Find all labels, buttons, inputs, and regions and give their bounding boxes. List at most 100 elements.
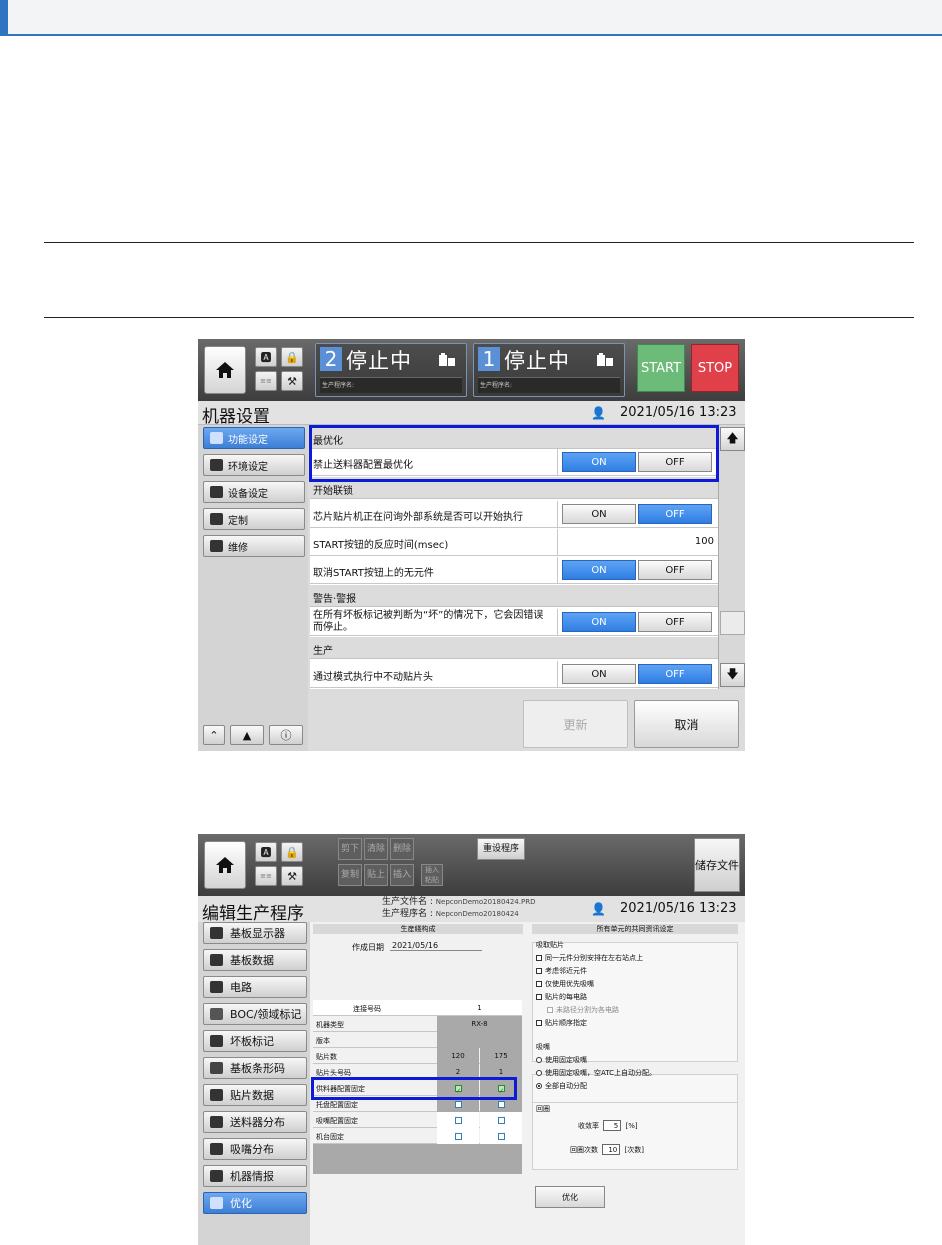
stop-button[interactable]: STOP bbox=[691, 344, 739, 392]
common-settings-header: 所有单元的共同资讯设定 bbox=[532, 924, 738, 934]
monitor-icon bbox=[210, 459, 223, 471]
pickup-opt4-sub[interactable]: 未路径分割为各电路 bbox=[547, 1005, 619, 1015]
sidebar-item-board-display[interactable]: 基板显示器 bbox=[203, 922, 307, 944]
insert-button[interactable]: 插入 bbox=[390, 864, 414, 886]
sidebar-item-label: 功能设定 bbox=[228, 434, 268, 446]
cell bbox=[437, 1032, 522, 1048]
toggle-off[interactable]: OFF bbox=[638, 612, 712, 632]
row-cancel-start-nocomp: 取消START按钮上的无元件 ON OFF bbox=[310, 557, 718, 584]
sidebar-item-maintenance[interactable]: 维修 bbox=[203, 535, 305, 557]
pickup-title: 吸取贴片 bbox=[536, 941, 564, 949]
toggle-on[interactable]: ON bbox=[562, 664, 636, 684]
config-icon[interactable]: ≡≡ bbox=[255, 866, 277, 886]
row-value[interactable]: 100 bbox=[695, 536, 714, 547]
table-row: 贴片数 120 175 bbox=[313, 1048, 522, 1064]
scrollbar[interactable]: 🡅 🡇 bbox=[718, 425, 745, 689]
cell: 版本 bbox=[316, 1037, 330, 1045]
cancel-button[interactable]: 取消 bbox=[634, 700, 739, 748]
row-label: 取消START按钮上的无元件 bbox=[313, 568, 434, 579]
update-button[interactable]: 更新 bbox=[523, 700, 628, 748]
tool-icon[interactable]: ⚒ bbox=[281, 371, 303, 391]
insert-paste-button[interactable]: 插入粘贴 bbox=[421, 864, 443, 886]
toggle-on[interactable]: ON bbox=[562, 560, 636, 580]
toggle-off[interactable]: OFF bbox=[638, 560, 712, 580]
nozzle-opt2[interactable]: 使用固定吸嘴，空ATC上自动分配。 bbox=[536, 1068, 656, 1078]
scroll-thumb[interactable] bbox=[720, 611, 745, 635]
pickup-opt2[interactable]: 考虑邻近元件 bbox=[536, 966, 587, 976]
sidebar-item-machine-info[interactable]: 机器情报 bbox=[203, 1165, 307, 1187]
cut-button[interactable]: 剪下 bbox=[338, 838, 362, 860]
a-icon[interactable]: 🅰 bbox=[255, 842, 277, 862]
arrow-down-icon[interactable]: 🡇 bbox=[720, 663, 745, 687]
barcode-icon bbox=[210, 1062, 223, 1074]
info-icon[interactable]: ⓘ bbox=[269, 725, 303, 745]
sidebar-item-bad-mark[interactable]: 坏板标记 bbox=[203, 1030, 307, 1052]
optimize-button[interactable]: 优化 bbox=[535, 1186, 605, 1208]
sidebar-item-boc-mark[interactable]: BOC/领域标记 bbox=[203, 1003, 307, 1025]
a-icon[interactable]: 🅰 bbox=[255, 347, 277, 367]
toggle-off[interactable]: OFF bbox=[638, 504, 712, 524]
start-button[interactable]: START bbox=[637, 344, 685, 392]
checkbox[interactable] bbox=[454, 1116, 462, 1124]
arrow-up-icon[interactable]: 🡅 bbox=[720, 427, 745, 451]
nozzle-opt3[interactable]: 全部自动分配 bbox=[536, 1081, 587, 1091]
sidebar-item-optimize[interactable]: 优化 bbox=[203, 1192, 307, 1214]
sidebar-item-environment[interactable]: 环境设定 bbox=[203, 454, 305, 476]
rate-input[interactable]: 5 bbox=[603, 1120, 622, 1131]
row-label: 在所有坏板标记被判断为“坏”的情况下，它会因错误而停止。 bbox=[313, 610, 544, 633]
sidebar-item-label: 坏板标记 bbox=[230, 1035, 274, 1048]
pickup-opt3[interactable]: 仅使用优先吸嘴 bbox=[536, 979, 594, 989]
checkbox[interactable] bbox=[454, 1132, 462, 1140]
sidebar-item-circuit[interactable]: 电路 bbox=[203, 976, 307, 998]
delete-button[interactable]: 删除 bbox=[390, 838, 414, 860]
title-bar: 编辑生产程序 生产文件名 : NepconDemo20180424.PRD 生产… bbox=[198, 896, 745, 924]
lock-icon[interactable]: 🔒 bbox=[281, 842, 303, 862]
divider-bottom bbox=[44, 317, 914, 318]
count-input[interactable]: 10 bbox=[602, 1144, 621, 1155]
page-title: 编辑生产程序 bbox=[202, 904, 304, 924]
sidebar-item-device[interactable]: 设备设定 bbox=[203, 481, 305, 503]
toggle-on[interactable]: ON bbox=[562, 504, 636, 524]
pickup-opt4[interactable]: 贴片的每电路 bbox=[536, 992, 587, 1002]
toggle-off[interactable]: OFF bbox=[638, 664, 712, 684]
sidebar-item-custom[interactable]: 定制 bbox=[203, 508, 305, 530]
sidebar: 基板显示器 基板数据 电路 BOC/领域标记 坏板标记 基板条形码 贴片数据 送… bbox=[198, 922, 310, 1245]
home-button[interactable] bbox=[204, 841, 246, 889]
collapse-up-icon[interactable]: ⌃ bbox=[203, 725, 225, 745]
lock-icon[interactable]: 🔒 bbox=[281, 347, 303, 367]
datetime: 2021/05/16 13:23 bbox=[620, 901, 737, 916]
machine-icon bbox=[210, 486, 223, 498]
sidebar-item-function[interactable]: 功能设定 bbox=[203, 427, 305, 449]
checkbox[interactable] bbox=[454, 1100, 462, 1108]
copy-button[interactable]: 复制 bbox=[338, 864, 362, 886]
top-toolbar: 🅰 🔒 ≡≡ ⚒ 2 停止中 生产程序名: 1 停止中 生产程序名: START… bbox=[198, 339, 745, 401]
save-file-button[interactable]: 储存文件 bbox=[694, 838, 740, 892]
home-button[interactable] bbox=[204, 346, 246, 394]
sidebar-item-nozzle-dist[interactable]: 吸嘴分布 bbox=[203, 1138, 307, 1160]
sidebar-item-chip-data[interactable]: 贴片数据 bbox=[203, 1084, 307, 1106]
checkbox[interactable] bbox=[497, 1132, 505, 1140]
sidebar-item-barcode[interactable]: 基板条形码 bbox=[203, 1057, 307, 1079]
sidebar-item-label: 基板数据 bbox=[230, 954, 274, 967]
sidebar-item-board-data[interactable]: 基板数据 bbox=[203, 949, 307, 971]
tool-icon[interactable]: ⚒ bbox=[281, 866, 303, 886]
mini-icon-grid: 🅰 🔒 ≡≡ ⚒ bbox=[252, 345, 304, 395]
config-icon[interactable]: ≡≡ bbox=[255, 371, 277, 391]
sidebar-item-feeder-dist[interactable]: 送料器分布 bbox=[203, 1111, 307, 1133]
nozzle-opt1[interactable]: 使用固定吸嘴 bbox=[536, 1055, 587, 1065]
pickup-opt5[interactable]: 贴片顺序指定 bbox=[536, 1018, 587, 1028]
checkbox[interactable] bbox=[497, 1116, 505, 1124]
machine-icon bbox=[438, 352, 456, 368]
reset-program-button[interactable]: 重设程序 bbox=[477, 838, 525, 860]
checkbox[interactable] bbox=[497, 1100, 505, 1108]
toggle-on[interactable]: ON bbox=[562, 612, 636, 632]
cell: 175 bbox=[480, 1048, 522, 1064]
pickup-opt1[interactable]: 同一元件分别安排在左右站点上 bbox=[536, 953, 643, 963]
paste-button[interactable]: 贴上 bbox=[364, 864, 388, 886]
header-accent bbox=[0, 0, 8, 36]
warning-icon[interactable]: ▲ bbox=[230, 725, 264, 745]
sidebar-item-label: 送料器分布 bbox=[230, 1116, 285, 1129]
clear-button[interactable]: 清除 bbox=[364, 838, 388, 860]
feeder-icon bbox=[210, 1116, 223, 1128]
table-header-value: 1 bbox=[477, 1004, 482, 1012]
